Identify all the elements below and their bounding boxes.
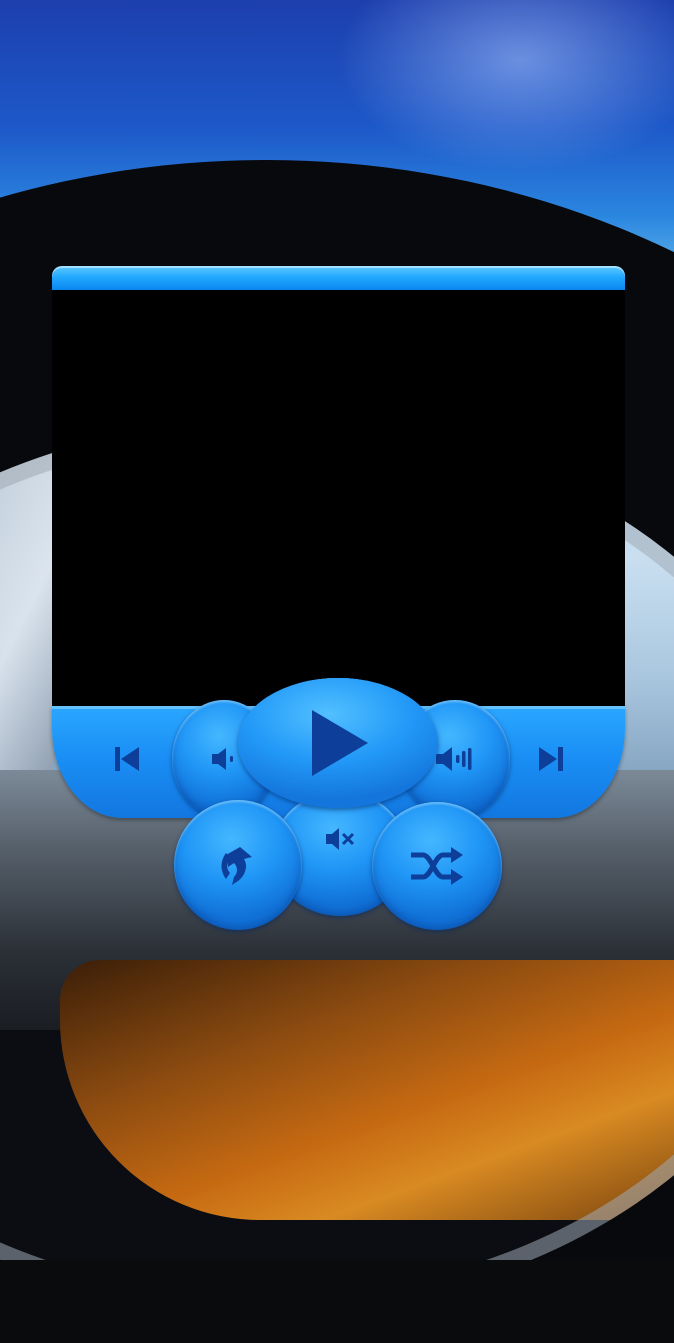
- player-title-bar[interactable]: [52, 266, 625, 290]
- next-button[interactable]: [522, 730, 580, 788]
- shuffle-button[interactable]: [372, 802, 502, 930]
- volume-low-icon: [212, 748, 233, 770]
- play-icon: [312, 710, 368, 776]
- volume-high-icon: [436, 747, 472, 771]
- play-button-face: [238, 678, 438, 808]
- play-button[interactable]: [238, 678, 438, 808]
- repeat-button[interactable]: [174, 800, 302, 930]
- shuffle-icon: [411, 847, 463, 885]
- skip-previous-icon: [115, 747, 139, 771]
- video-display[interactable]: [52, 290, 625, 708]
- bottom-shade: [0, 1260, 674, 1343]
- skip-next-icon: [539, 747, 563, 771]
- previous-button[interactable]: [98, 730, 156, 788]
- media-player: [52, 266, 625, 936]
- mute-icon: [326, 827, 355, 850]
- repeat-icon: [221, 847, 252, 885]
